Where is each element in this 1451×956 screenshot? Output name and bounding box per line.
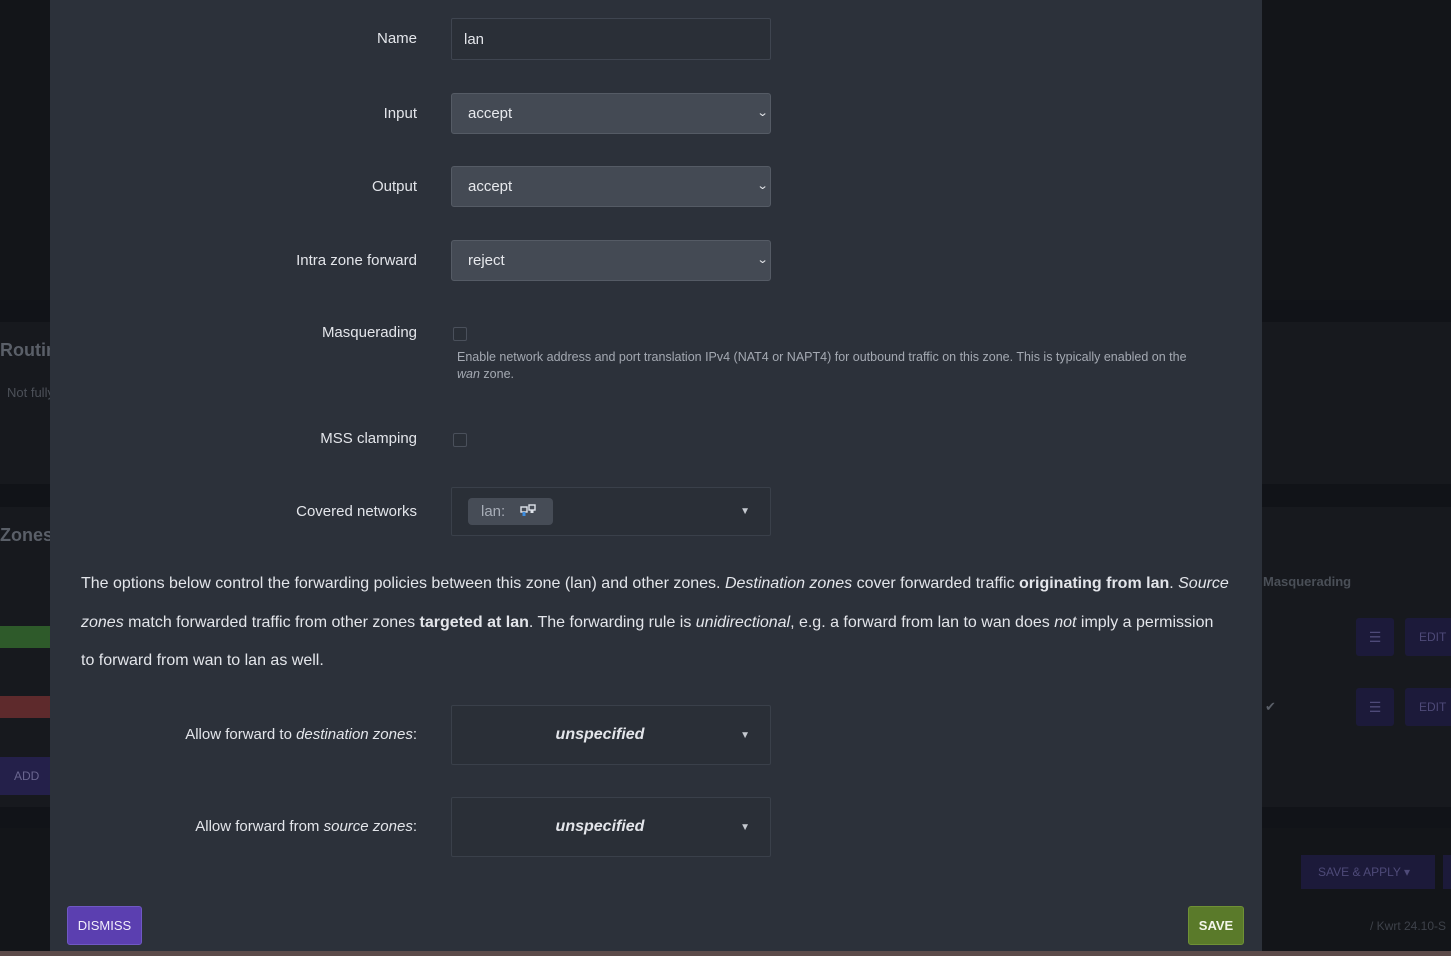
info-text: match forwarded traffic from other zones	[123, 613, 420, 631]
chevron-down-icon: ⌄	[756, 107, 769, 119]
zone-edit-modal: Name Input accept ⌄ Output accept ⌄ Intr…	[50, 0, 1262, 951]
save-apply-dropdown[interactable]	[1443, 855, 1451, 889]
info-text: targeted at lan	[419, 613, 529, 631]
routing-note: Not fully	[7, 385, 54, 400]
save-apply-button[interactable]: SAVE & APPLY ▾	[1301, 855, 1435, 889]
masquerading-description-wan: wan	[457, 367, 480, 381]
dropdown-arrow-icon: ▼	[740, 822, 750, 833]
network-tag-label: lan:	[481, 503, 506, 520]
mss-clamping-checkbox[interactable]	[453, 433, 467, 447]
network-ports-icon	[520, 504, 536, 516]
forward-src-dropdown[interactable]: unspecified ▼	[451, 797, 771, 857]
forwarding-info-text: The options below control the forwarding…	[81, 565, 1231, 681]
info-text: . The forwarding rule is	[528, 613, 696, 631]
add-zone-button[interactable]: ADD	[0, 757, 50, 795]
check-icon: ✔	[1265, 699, 1276, 714]
zones-title: Zones	[0, 525, 54, 545]
footer-version: / Kwrt 24.10-S	[1370, 919, 1447, 933]
info-text: .	[1169, 575, 1179, 592]
save-button[interactable]: SAVE	[1188, 906, 1244, 945]
info-text: The options below control the forwarding…	[81, 575, 725, 592]
output-policy-select[interactable]: accept ⌄	[451, 166, 771, 207]
dropdown-arrow-icon: ▼	[740, 730, 750, 741]
info-text: Destination zones	[724, 575, 853, 592]
name-label: Name	[376, 30, 417, 47]
forward-src-value: unspecified	[555, 818, 645, 835]
covered-networks-label: Covered networks	[296, 503, 417, 520]
masquerading-column-header: Masquerading	[1263, 574, 1352, 589]
forward-dest-label-italic: destination zones	[296, 726, 413, 743]
info-text: unidirectional	[695, 613, 791, 631]
bottom-strip	[0, 951, 1451, 956]
forward-src-label: Allow forward from source zones:	[195, 818, 417, 835]
mss-clamping-label: MSS clamping	[320, 430, 417, 447]
intra-zone-forward-label: Intra zone forward	[296, 252, 417, 269]
info-text: originating from lan	[1019, 575, 1170, 592]
masquerading-checkbox[interactable]	[453, 327, 467, 341]
chevron-down-icon: ⌄	[756, 180, 769, 192]
masquerading-label: Masquerading	[321, 324, 417, 341]
dismiss-button[interactable]: DISMISS	[67, 906, 142, 945]
info-text: , e.g. a forward from lan to wan does	[790, 613, 1055, 631]
forward-dest-dropdown[interactable]: unspecified ▼	[451, 705, 771, 765]
output-label: Output	[371, 178, 417, 195]
dropdown-arrow-icon: ▼	[740, 506, 750, 517]
input-policy-value: accept	[468, 105, 513, 122]
intra-zone-forward-select[interactable]: reject ⌄	[451, 240, 771, 281]
chevron-down-icon: ⌄	[756, 254, 769, 266]
forward-dest-label-suffix: :	[412, 726, 417, 743]
forward-dest-value: unspecified	[555, 726, 645, 743]
forward-dest-label: Allow forward to destination zones:	[185, 726, 417, 743]
masquerading-description: Enable network address and port translat…	[457, 349, 1227, 383]
zone-color-bar-wan	[0, 696, 50, 718]
edit-button[interactable]: EDIT	[1405, 618, 1451, 656]
output-policy-value: accept	[468, 178, 513, 195]
info-text: cover forwarded traffic	[852, 575, 1020, 592]
info-text: not	[1054, 613, 1077, 631]
forward-dest-label-prefix: Allow forward to	[185, 726, 297, 743]
forward-src-label-suffix: :	[412, 818, 417, 835]
network-tag-lan[interactable]: lan:	[468, 498, 553, 525]
intra-zone-forward-value: reject	[468, 252, 505, 269]
menu-icon[interactable]: ☰	[1356, 618, 1394, 656]
menu-icon[interactable]: ☰	[1356, 688, 1394, 726]
zone-color-bar-lan	[0, 626, 50, 648]
edit-button[interactable]: EDIT	[1405, 688, 1451, 726]
input-label: Input	[383, 105, 417, 122]
masquerading-description-text: Enable network address and port translat…	[457, 350, 1187, 364]
input-policy-select[interactable]: accept ⌄	[451, 93, 771, 134]
name-input[interactable]	[451, 18, 771, 60]
masquerading-description-end: zone.	[479, 367, 514, 381]
covered-networks-dropdown[interactable]: lan: ▼	[451, 487, 771, 536]
forward-src-label-prefix: Allow forward from	[195, 818, 324, 835]
forward-src-label-italic: source zones	[323, 818, 413, 835]
